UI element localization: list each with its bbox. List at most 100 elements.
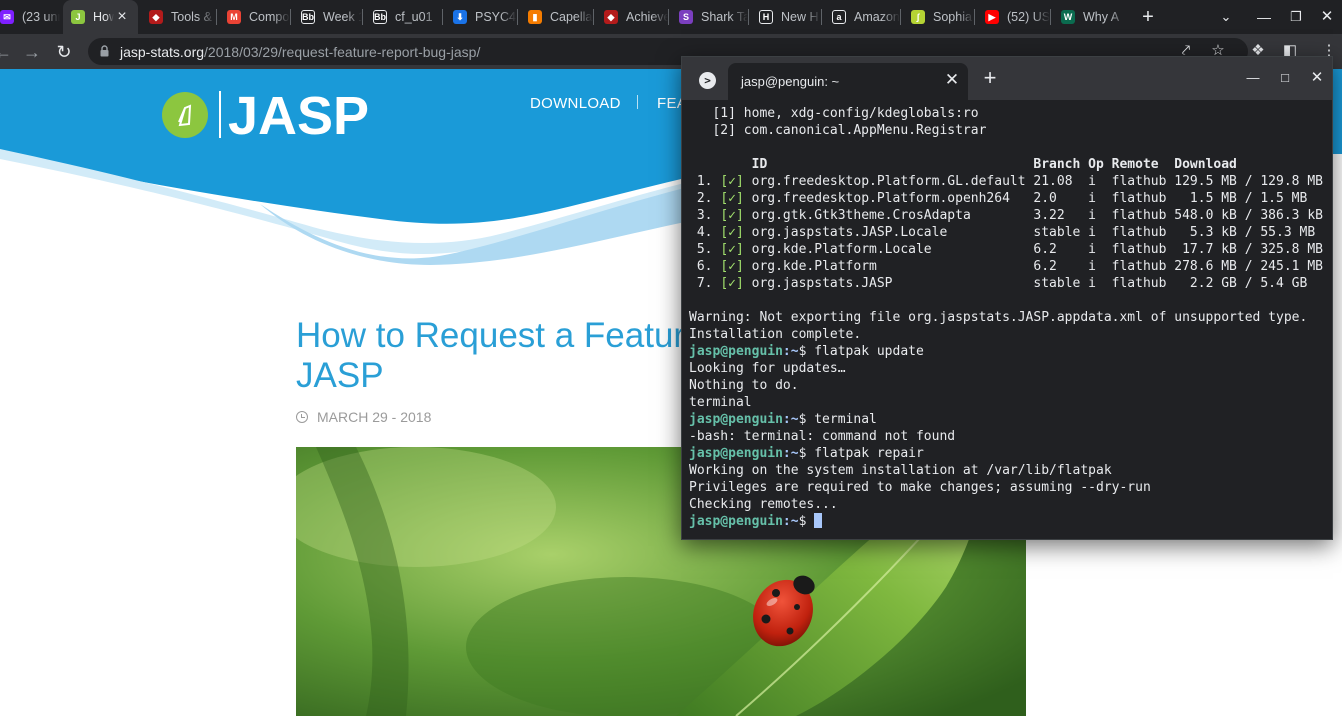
screen: + ⌄ — ❐ ✕ ✉ (23 unread) J How to Request a … [0,0,1342,716]
browser-tab[interactable]: a Amazon [824,0,900,34]
jasp-icon: J [71,10,85,24]
terminal-line: 2. [✓] org.freedesktop.Platform.openh264… [689,190,1329,207]
terminal-line: Warning: Not exporting file org.jaspstat… [689,309,1329,326]
browser-tab[interactable]: W Why A [1053,0,1127,34]
row-text: org.freedesktop.Platform.openh264 2.0 i … [743,191,1308,206]
browser-tab-title: How to Request a Feature [93,10,114,24]
jasp-logo-icon[interactable] [162,92,208,138]
gmail-icon: M [227,10,241,24]
row-text: org.kde.Platform 6.2 i flathub 278.6 MB … [743,259,1323,274]
output-text: -bash: terminal: command not found [689,429,956,444]
terminal-line: [1] home, xdg-config/kdeglobals:ro [689,105,1329,122]
tab-separator [821,9,822,25]
browser-tab-title: Sophia [933,10,972,24]
back-icon[interactable]: ← [0,39,16,65]
terminal-close-icon[interactable]: ✕ [1307,68,1327,88]
terminal-line: [2] com.canonical.AppMenu.Registrar [689,122,1329,139]
prompt-path: :~ [782,446,799,461]
prompt-user: jasp@penguin [689,412,783,427]
terminal-app-icon: > [699,72,716,89]
tab-separator [517,9,518,25]
command-text: $ terminal [798,412,877,427]
new-tab-button[interactable]: + [1137,6,1159,28]
bookmark-icon: ▮ [528,10,542,24]
check-mark-icon: [✓] [720,225,744,240]
reload-icon[interactable]: ↻ [51,39,77,65]
clock-icon [296,411,308,423]
restore-window-icon[interactable]: ❐ [1285,6,1307,28]
browser-tab[interactable]: ⬇ PSYC4 [445,0,517,34]
tab-separator [748,9,749,25]
url-text: jasp-stats.org/2018/03/29/request-featur… [120,44,480,60]
w-icon: W [1061,10,1075,24]
close-window-icon[interactable]: ✕ [1316,6,1338,28]
close-tab-icon[interactable]: × [114,8,130,26]
row-number: 2. [689,191,721,206]
prompt-path: :~ [782,514,799,529]
browser-tab[interactable]: H New H [751,0,821,34]
tab-search-icon[interactable]: ⌄ [1215,6,1237,28]
terminal-line: jasp@penguin:~$ flatpak repair [689,445,1329,462]
site-logo-text[interactable]: JASP [228,85,369,147]
terminal-output[interactable]: [1] home, xdg-config/kdeglobals:ro [2] c… [689,105,1329,535]
terminal-new-tab-button[interactable]: + [980,67,1000,89]
output-text: Warning: Not exporting file org.jaspstat… [689,310,1308,325]
check-mark-icon: [✓] [720,259,744,274]
prompt-user: jasp@penguin [689,344,783,359]
browser-tab[interactable]: ∫ Sophia [903,0,974,34]
nav-download[interactable]: DOWNLOAD [530,95,621,112]
browser-tab[interactable]: ◆ Tools & Resources [141,0,216,34]
browser-tab[interactable]: Bb Week 1 [293,0,362,34]
browser-tab[interactable]: S Shark Tank [671,0,748,34]
terminal-line: 1. [✓] org.freedesktop.Platform.GL.defau… [689,173,1329,190]
tab-separator [1050,9,1051,25]
row-number: 1. [689,174,721,189]
terminal-window[interactable]: > jasp@penguin: ~ ✕ + — □ ✕ [1] home, xd… [681,56,1333,540]
post-date-text: MARCH 29 - 2018 [317,409,432,425]
terminal-line: 7. [✓] org.jaspstats.JASP stable i flath… [689,275,1329,292]
terminal-maximize-icon[interactable]: □ [1275,68,1295,88]
terminal-line: Looking for updates… [689,360,1329,377]
pin-icon: ⬇ [453,10,467,24]
row-text: org.freedesktop.Platform.GL.default 21.0… [743,174,1323,189]
tab-separator [593,9,594,25]
browser-tab[interactable]: Bb cf_u01 [365,0,442,34]
forward-icon[interactable]: → [19,39,45,65]
browser-tab-title: Tools & Resources [171,10,216,24]
browser-tab-title: Amazon [854,10,900,24]
url-host: jasp-stats.org [120,44,205,60]
browser-tab-title: (52) US [1007,10,1050,24]
browser-tab[interactable]: ▶ (52) US [977,0,1050,34]
browser-tab-title: Why A [1083,10,1120,24]
lock-icon [100,45,109,57]
terminal-minimize-icon[interactable]: — [1243,68,1263,88]
prompt-user: jasp@penguin [689,446,783,461]
browser-tab[interactable]: ✉ (23 unread) [0,0,60,34]
terminal-line: jasp@penguin:~$ flatpak update [689,343,1329,360]
row-number: 3. [689,208,721,223]
terminal-cursor [814,513,823,528]
browser-tab[interactable]: M Compose [219,0,290,34]
output-text: [1] home, xdg-config/kdeglobals:ro [689,106,979,121]
terminal-tab-close-icon[interactable]: ✕ [943,71,961,89]
command-text: $ flatpak update [798,344,924,359]
browser-tab[interactable]: ◆ Achieve [596,0,668,34]
terminal-line: terminal [689,394,1329,411]
browser-tab-title: Shark Tank [701,10,748,24]
yahoo-mail-icon: ✉ [0,10,14,24]
browser-tab[interactable]: J How to Request a Feature× [63,0,138,34]
terminal-line: jasp@penguin:~$ [689,513,1329,530]
terminal-tab[interactable]: jasp@penguin: ~ ✕ [728,63,968,100]
logo-divider [219,91,221,138]
row-text: org.jaspstats.JASP.Locale stable i flath… [743,225,1316,240]
row-text: org.jaspstats.JASP stable i flathub 2.2 … [743,276,1308,291]
minimize-window-icon[interactable]: — [1253,6,1275,28]
tab-separator [668,9,669,25]
row-number: 4. [689,225,721,240]
youtube-icon: ▶ [985,10,999,24]
command-text: $ flatpak repair [798,446,924,461]
browser-tab[interactable]: ▮ Capella [520,0,593,34]
url-path: /2018/03/29/request-feature-report-bug-j… [204,44,481,60]
